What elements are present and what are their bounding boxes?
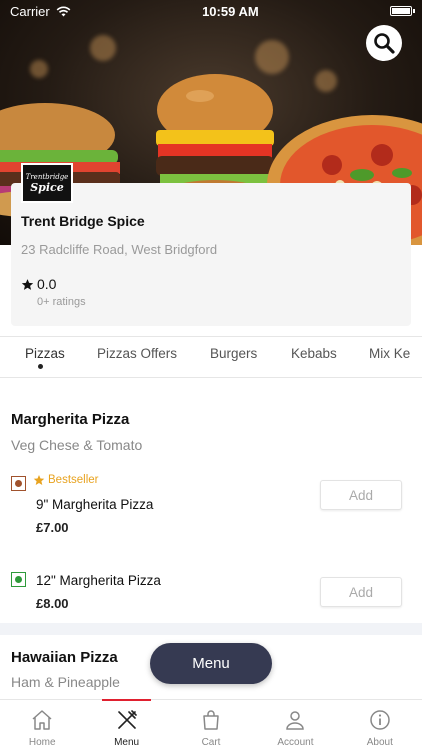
bestseller-label: Bestseller	[48, 474, 99, 486]
home-icon	[32, 710, 52, 730]
non-veg-icon	[11, 476, 26, 491]
nav-home-label: Home	[28, 737, 56, 748]
info-icon	[370, 710, 390, 730]
bottom-nav: Home Menu Cart Account About	[0, 699, 422, 750]
restaurant-logo: Trentbridge Spice	[21, 163, 73, 203]
logo-text-top: Trentbridge	[25, 172, 69, 181]
item-price: £7.00	[36, 520, 69, 535]
tab-mix-kebabs[interactable]: Mix Ke	[369, 346, 410, 361]
nav-menu-label: Menu	[114, 737, 140, 748]
bag-icon	[203, 710, 219, 730]
nav-account[interactable]: Account	[253, 700, 337, 750]
status-bar: Carrier 10:59 AM	[0, 0, 422, 22]
restaurant-info-card: Trentbridge Spice Trent Bridge Spice 23 …	[11, 163, 411, 326]
fork-knife-icon	[117, 710, 137, 729]
section-description: Veg Chese & Tomato	[11, 437, 143, 453]
item-name: 12" Margherita Pizza	[36, 573, 161, 588]
nav-menu[interactable]: Menu	[84, 699, 168, 750]
search-button[interactable]	[366, 25, 402, 61]
person-icon	[286, 711, 305, 730]
star-icon	[21, 278, 34, 290]
restaurant-address: 23 Radcliffe Road, West Bridgford	[21, 242, 218, 257]
logo-text-main: Spice	[30, 180, 64, 194]
status-time: 10:59 AM	[202, 3, 259, 19]
nav-account-label: Account	[277, 737, 314, 748]
category-tabs: Pizzas Pizzas Offers Burgers Kebabs Mix …	[0, 336, 422, 378]
nav-about-label: About	[366, 737, 393, 748]
add-button[interactable]: Add	[320, 480, 402, 510]
nav-about[interactable]: About	[338, 700, 422, 750]
tab-pizzas[interactable]: Pizzas	[25, 346, 65, 361]
tab-kebabs[interactable]: Kebabs	[291, 346, 337, 361]
restaurant-name: Trent Bridge Spice	[21, 213, 145, 229]
veg-icon	[11, 572, 26, 587]
item-price: £8.00	[36, 596, 69, 611]
tab-pizzas-offers[interactable]: Pizzas Offers	[97, 346, 177, 361]
section-title: Margherita Pizza	[11, 411, 130, 428]
battery-icon	[390, 6, 415, 16]
search-icon	[374, 33, 395, 54]
section-divider	[0, 623, 422, 635]
menu-floating-button[interactable]: Menu	[150, 643, 272, 684]
nav-home[interactable]: Home	[0, 700, 84, 750]
nav-cart-label: Cart	[201, 737, 221, 748]
nav-cart[interactable]: Cart	[169, 700, 253, 750]
active-tab-indicator	[38, 364, 43, 369]
tab-burgers[interactable]: Burgers	[210, 346, 257, 361]
section-description: Ham & Pineapple	[11, 674, 120, 690]
rating-row: 0.0	[21, 276, 56, 292]
ratings-count: 0+ ratings	[37, 296, 86, 308]
star-icon	[33, 475, 45, 485]
bestseller-badge: Bestseller	[33, 474, 99, 486]
wifi-icon	[56, 6, 71, 16]
rating-value: 0.0	[37, 276, 57, 292]
item-name: 9" Margherita Pizza	[36, 497, 154, 512]
add-button[interactable]: Add	[320, 577, 402, 607]
carrier-label: Carrier	[10, 3, 50, 19]
section-title: Hawaiian Pizza	[11, 649, 118, 666]
